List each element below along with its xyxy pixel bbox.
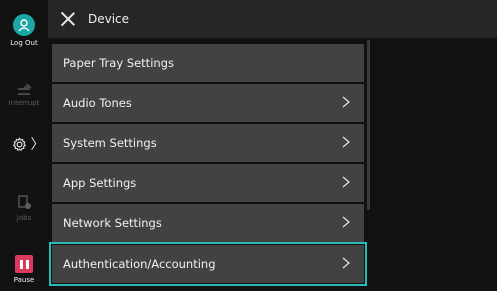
jobs-icon: [18, 195, 31, 209]
logout-label: Log Out: [10, 39, 38, 47]
logout-button[interactable]: Log Out: [0, 14, 48, 47]
close-icon[interactable]: [60, 11, 76, 27]
chevron-right-icon: [342, 216, 350, 228]
menu-item-network-settings[interactable]: Network Settings: [52, 204, 364, 242]
interrupt-label: Interrupt: [8, 99, 40, 107]
interrupt-button[interactable]: Interrupt: [0, 82, 48, 107]
menu-item-label: Paper Tray Settings: [63, 56, 174, 70]
menu-item-system-settings[interactable]: System Settings: [52, 124, 364, 162]
scrollbar[interactable]: [367, 40, 370, 210]
menu-item-app-settings[interactable]: App Settings: [52, 164, 364, 202]
chevron-right-icon: [342, 136, 350, 148]
page-title: Device: [88, 12, 130, 26]
menu-item-authentication-accounting[interactable]: Authentication/Accounting: [49, 242, 367, 286]
jobs-button[interactable]: Jobs: [0, 194, 48, 222]
device-button[interactable]: 〉: [4, 134, 52, 154]
pause-button[interactable]: Pause: [0, 255, 48, 284]
gear-icon: [12, 136, 26, 151]
chevron-right-icon: 〉: [30, 137, 45, 153]
jobs-label: Jobs: [16, 214, 32, 222]
menu-item-label: Audio Tones: [63, 96, 132, 110]
interrupt-icon: [18, 83, 32, 95]
pause-icon: [15, 255, 33, 273]
menu-item-label: Authentication/Accounting: [63, 257, 216, 271]
chevron-right-icon: [342, 176, 350, 188]
sidebar: Log Out Interrupt 〉 Jobs Pause: [0, 0, 48, 291]
menu-item-paper-tray-settings[interactable]: Paper Tray Settings: [52, 44, 364, 82]
pause-label: Pause: [13, 276, 35, 284]
menu-item-audio-tones[interactable]: Audio Tones: [52, 84, 364, 122]
chevron-right-icon: [342, 96, 350, 108]
user-icon: [13, 14, 35, 36]
menu-item-label: App Settings: [63, 176, 137, 190]
menu-item-label: Network Settings: [63, 216, 162, 230]
menu-item-label: System Settings: [63, 136, 157, 150]
chevron-right-icon: [342, 257, 350, 269]
header-bar: Device: [48, 0, 497, 38]
settings-menu: Paper Tray Settings Audio Tones System S…: [49, 44, 367, 286]
